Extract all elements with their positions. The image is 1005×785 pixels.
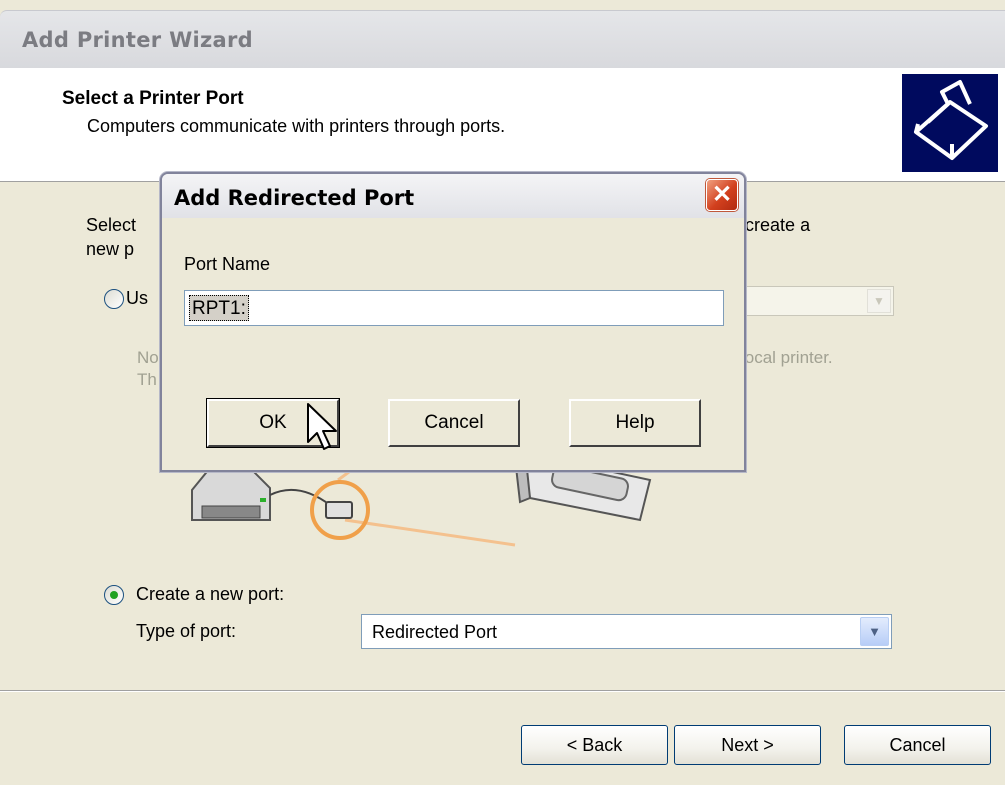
note-line2-start: Th	[137, 370, 157, 389]
add-redirected-port-dialog: Add Redirected Port ✕ Port Name RPT1: OK…	[160, 172, 746, 472]
note-line1-start: No	[137, 348, 159, 367]
port-connector-icon	[325, 501, 353, 519]
type-of-port-select[interactable]: Redirected Port ▼	[361, 614, 892, 649]
wizard-title: Add Printer Wizard	[22, 28, 254, 52]
chevron-down-icon[interactable]: ▼	[860, 617, 889, 646]
dialog-title: Add Redirected Port	[174, 186, 415, 210]
printer-icon	[902, 74, 998, 172]
port-name-field[interactable]: RPT1:	[184, 290, 724, 326]
port-name-value: RPT1:	[189, 295, 249, 321]
back-button[interactable]: < Back	[521, 725, 668, 765]
page-subtitle: Computers communicate with printers thro…	[87, 116, 506, 136]
create-new-port-radio[interactable]	[104, 585, 124, 605]
footer-divider	[0, 690, 1005, 692]
next-button[interactable]: Next >	[674, 725, 821, 765]
type-of-port-label: Type of port:	[136, 621, 237, 641]
existing-port-select: ▼	[742, 286, 894, 316]
intro-line1-start: Select	[86, 215, 137, 235]
create-new-port-label: Create a new port:	[136, 584, 285, 604]
wizard-cancel-button[interactable]: Cancel	[844, 725, 991, 765]
mouse-pointer-icon	[307, 403, 337, 450]
page-title: Select a Printer Port	[62, 88, 244, 109]
wizard-title-bar[interactable]: Add Printer Wizard	[0, 10, 1005, 68]
ok-button-label: OK	[259, 412, 287, 433]
port-name-label: Port Name	[184, 254, 271, 274]
dialog-title-bar[interactable]: Add Redirected Port ✕	[162, 174, 744, 218]
use-existing-port-radio[interactable]	[104, 289, 124, 309]
use-existing-port-label: Us	[126, 288, 148, 308]
note-line1-end: local printer.	[741, 348, 833, 367]
chevron-down-icon: ▼	[867, 289, 891, 313]
intro-line2-start: new p	[86, 239, 135, 259]
wizard-header: Select a Printer Port Computers communic…	[0, 68, 1005, 182]
help-button[interactable]: Help	[569, 399, 701, 447]
type-of-port-value: Redirected Port	[372, 622, 498, 642]
dialog-cancel-button[interactable]: Cancel	[388, 399, 520, 447]
close-icon[interactable]: ✕	[706, 179, 738, 211]
